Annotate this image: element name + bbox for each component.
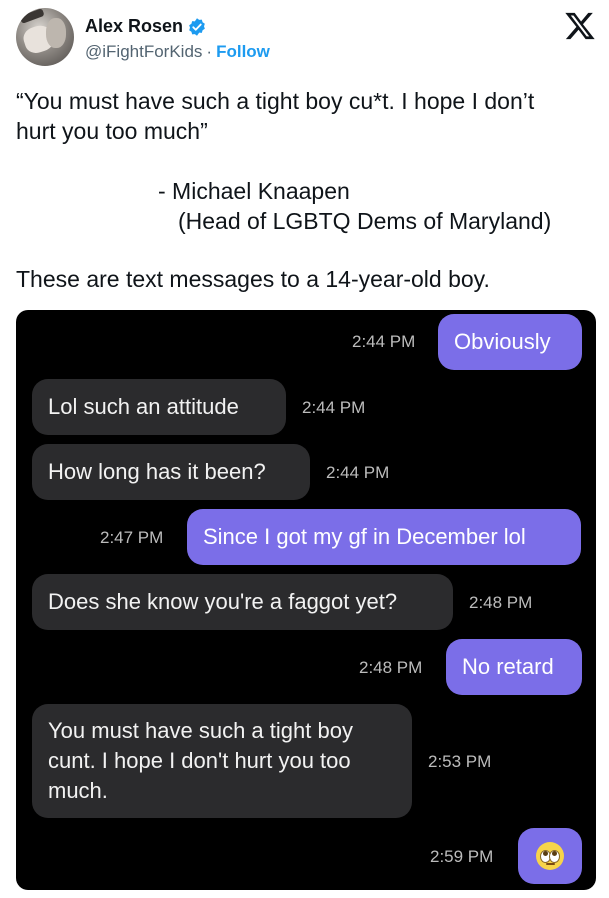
eye-roll-emoji-icon bbox=[536, 842, 564, 870]
chat-screenshot-image[interactable]: 2:44 PM Obviously Lol such an attitude 2… bbox=[16, 310, 596, 890]
separator-dot: · bbox=[206, 42, 213, 61]
author-handle[interactable]: @iFightForKids bbox=[85, 42, 202, 62]
message-timestamp: 2:44 PM bbox=[326, 463, 390, 482]
tweet-header: Alex Rosen @iFightForKids · Follow bbox=[16, 8, 596, 70]
author-name[interactable]: Alex Rosen bbox=[85, 16, 183, 37]
outgoing-message-bubble: No retard bbox=[446, 639, 582, 695]
incoming-message-bubble: How long has it been? bbox=[32, 444, 310, 500]
message-timestamp: 2:47 PM bbox=[100, 528, 164, 547]
message-timestamp: 2:44 PM bbox=[352, 332, 416, 351]
author-name-row: Alex Rosen bbox=[85, 16, 207, 37]
message-line: You must have such a tight boy bbox=[48, 718, 353, 743]
incoming-message-bubble: You must have such a tight boy cunt. I h… bbox=[32, 704, 412, 818]
avatar[interactable] bbox=[16, 8, 74, 66]
attribution-title: (Head of LGBTQ Dems of Maryland) bbox=[178, 208, 552, 234]
x-logo-icon[interactable] bbox=[564, 10, 596, 42]
follow-button[interactable]: Follow bbox=[216, 42, 270, 62]
message-line: cunt. I hope I don't hurt you too bbox=[48, 748, 351, 773]
quote-line: hurt you too much” bbox=[16, 118, 208, 144]
message-timestamp: 2:59 PM bbox=[430, 847, 494, 866]
message-timestamp: 2:53 PM bbox=[428, 752, 492, 771]
tweet-body: “You must have such a tight boy cu*t. I … bbox=[16, 86, 596, 146]
incoming-message-bubble: Lol such an attitude bbox=[32, 379, 286, 435]
author-handle-row: @iFightForKids · Follow bbox=[85, 42, 270, 62]
outgoing-message-bubble bbox=[518, 828, 582, 884]
context-text: These are text messages to a 14-year-old… bbox=[16, 266, 490, 292]
message-line: much. bbox=[48, 778, 108, 803]
outgoing-message-bubble: Obviously bbox=[438, 314, 582, 370]
message-timestamp: 2:44 PM bbox=[302, 398, 366, 417]
attribution-name: - Michael Knaapen bbox=[158, 178, 350, 204]
incoming-message-bubble: Does she know you're a faggot yet? bbox=[32, 574, 453, 630]
outgoing-message-bubble: Since I got my gf in December lol bbox=[187, 509, 581, 565]
quote-line: “You must have such a tight boy cu*t. I … bbox=[16, 88, 535, 114]
message-timestamp: 2:48 PM bbox=[359, 658, 423, 677]
message-timestamp: 2:48 PM bbox=[469, 593, 533, 612]
verified-badge-icon bbox=[189, 17, 205, 36]
